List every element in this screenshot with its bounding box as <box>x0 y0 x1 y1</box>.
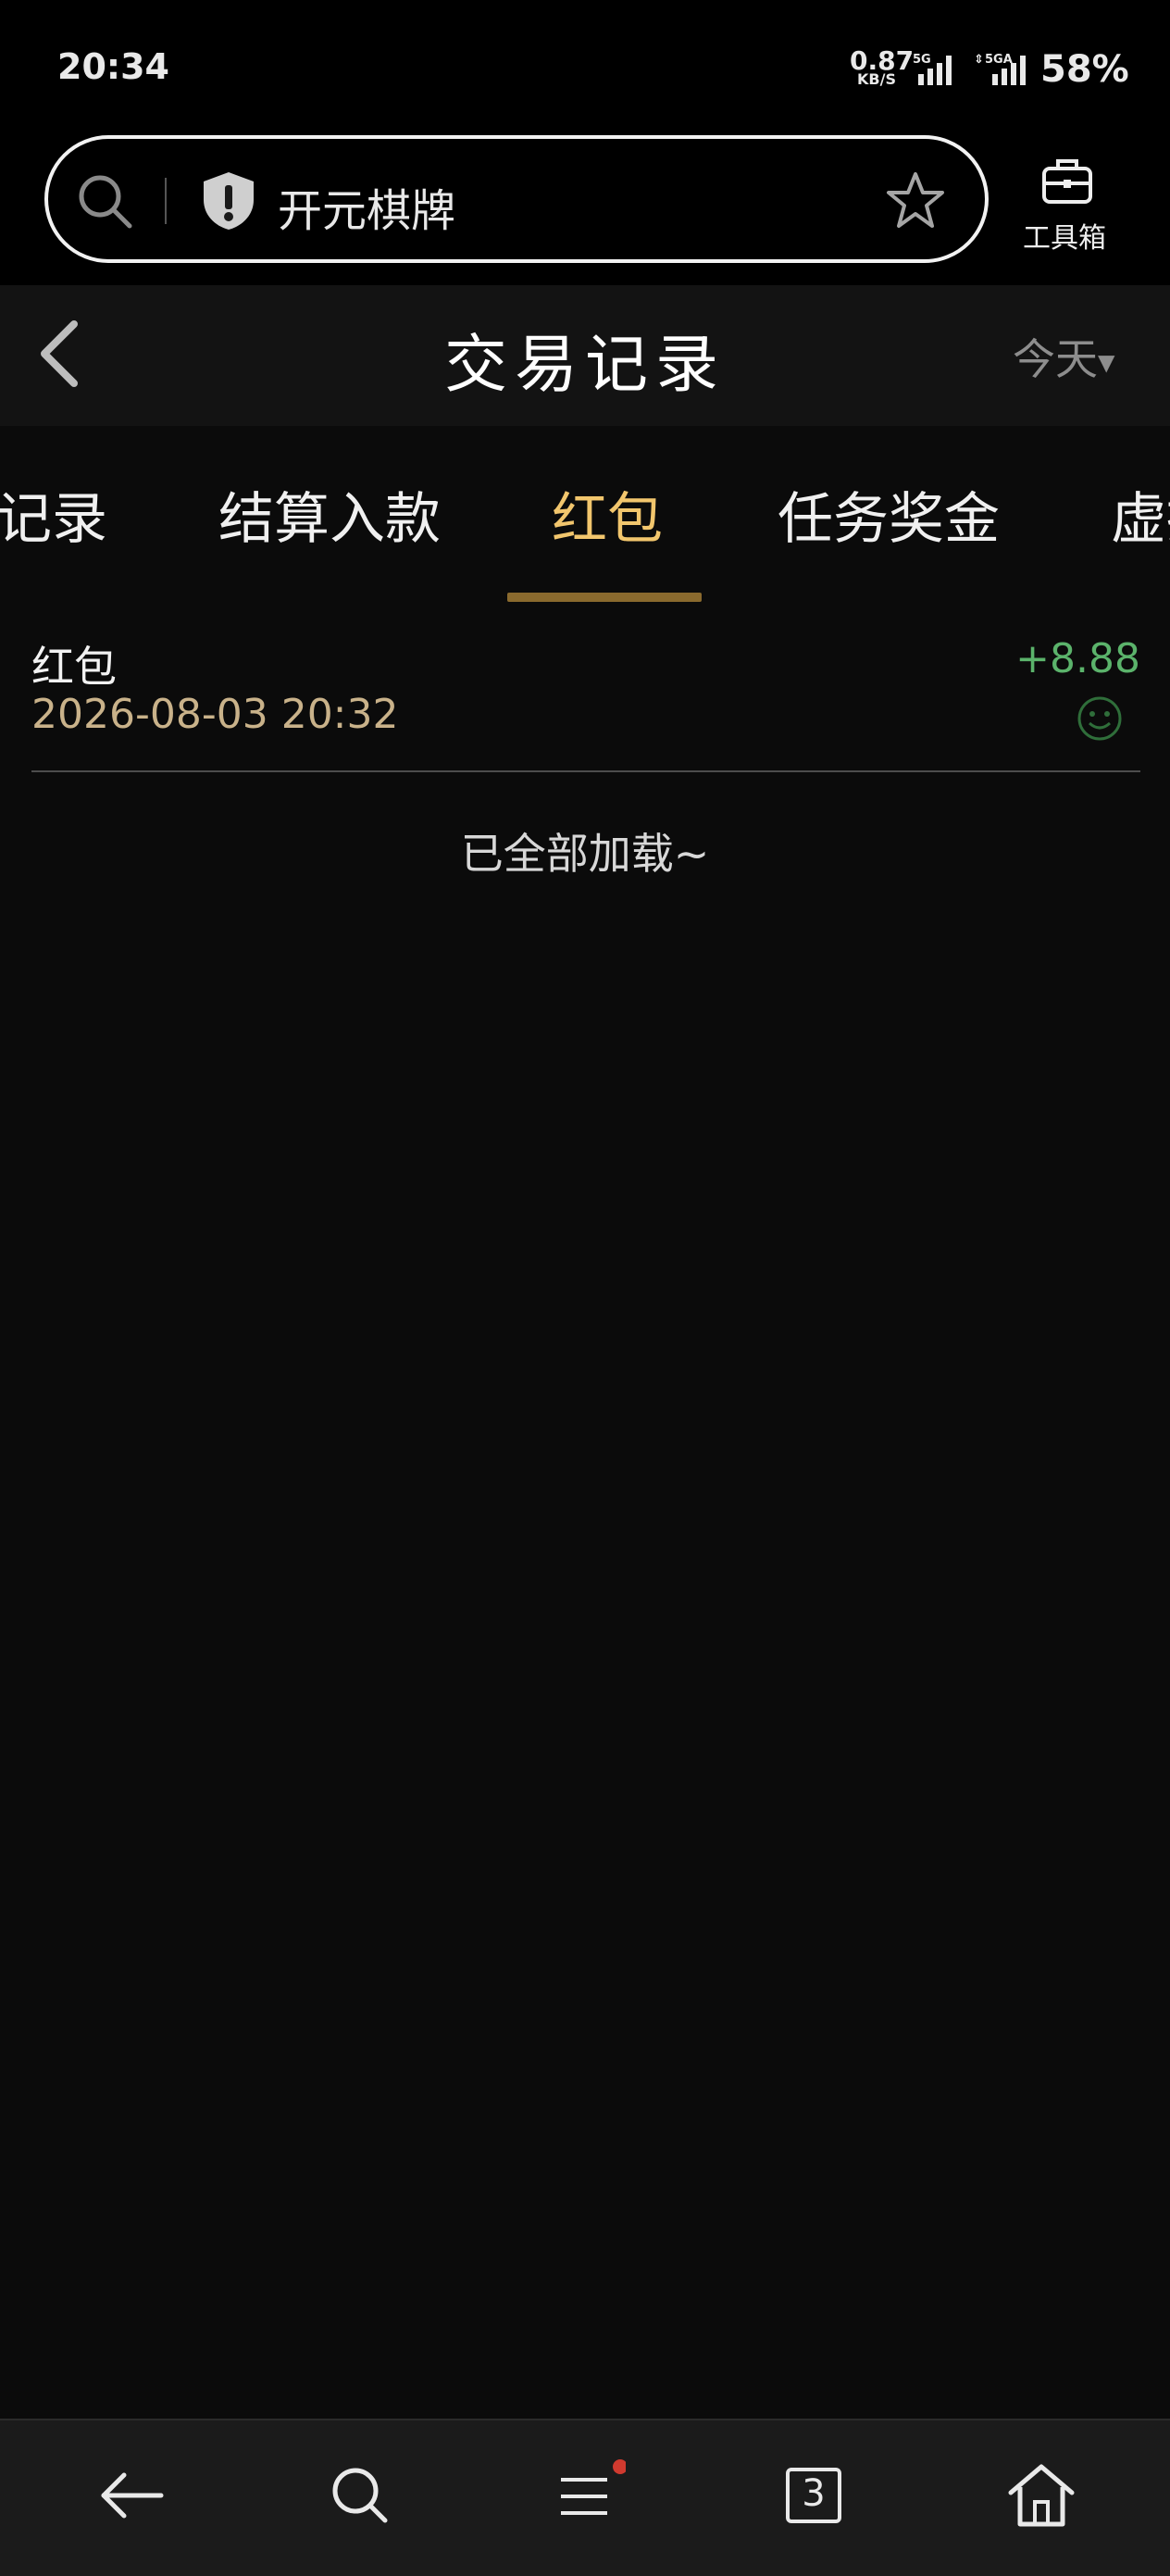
tabs-count[interactable]: 3 <box>790 2472 837 2515</box>
tab-task-bonus[interactable]: 任务奖金 <box>778 474 1000 555</box>
home-icon[interactable] <box>1000 2454 1083 2537</box>
battery-level: 58% <box>1040 48 1129 91</box>
star-icon[interactable] <box>885 170 946 230</box>
list-divider <box>31 770 1140 772</box>
tab-red-packet[interactable]: 红包 <box>552 474 663 555</box>
address-bar[interactable] <box>44 135 989 263</box>
menu-icon[interactable] <box>542 2454 626 2537</box>
sim2-label: 5GA <box>985 53 1013 67</box>
tab-virtual[interactable]: 虚拟 <box>1111 474 1170 555</box>
address-divider <box>165 178 167 224</box>
notification-dot <box>613 2459 626 2474</box>
network-speed: 0.87 KB/S <box>850 48 914 88</box>
toolbox-icon[interactable] <box>1040 156 1094 207</box>
tab-settlement-deposit[interactable]: 结算入款 <box>218 474 441 555</box>
date-filter-dropdown[interactable]: 今天▼ <box>1013 326 1114 387</box>
transaction-title: 红包 <box>31 642 117 692</box>
svg-text:⇕: ⇕ <box>974 53 984 67</box>
tab-records[interactable]: 记录 <box>0 474 107 555</box>
signal-5ga-icon: ⇕ 5GA <box>974 53 1026 85</box>
active-tab-indicator <box>507 593 702 602</box>
caret-down-icon: ▼ <box>1098 349 1115 376</box>
shield-warning-icon[interactable] <box>200 170 257 231</box>
search-icon[interactable] <box>76 172 135 231</box>
signal-5g-icon: 5G <box>913 53 952 85</box>
sim1-label: 5G <box>913 53 931 67</box>
date-filter-label[interactable]: 今天 <box>1013 334 1098 384</box>
toolbox-label[interactable]: 工具箱 <box>1023 215 1106 256</box>
address-site-name[interactable]: 开元棋牌 <box>278 174 455 239</box>
search-nav-icon[interactable] <box>318 2454 402 2537</box>
all-loaded-text: 已全部加载~ <box>460 829 710 879</box>
page-title: 交易记录 <box>443 329 726 402</box>
transaction-amount: +8.88 <box>1015 635 1140 682</box>
smiley-icon <box>1077 696 1122 741</box>
status-time: 20:34 <box>57 46 169 87</box>
back-arrow-icon[interactable] <box>91 2454 174 2537</box>
network-speed-unit: KB/S <box>857 70 896 88</box>
transaction-time: 2026-08-03 20:32 <box>31 691 399 738</box>
